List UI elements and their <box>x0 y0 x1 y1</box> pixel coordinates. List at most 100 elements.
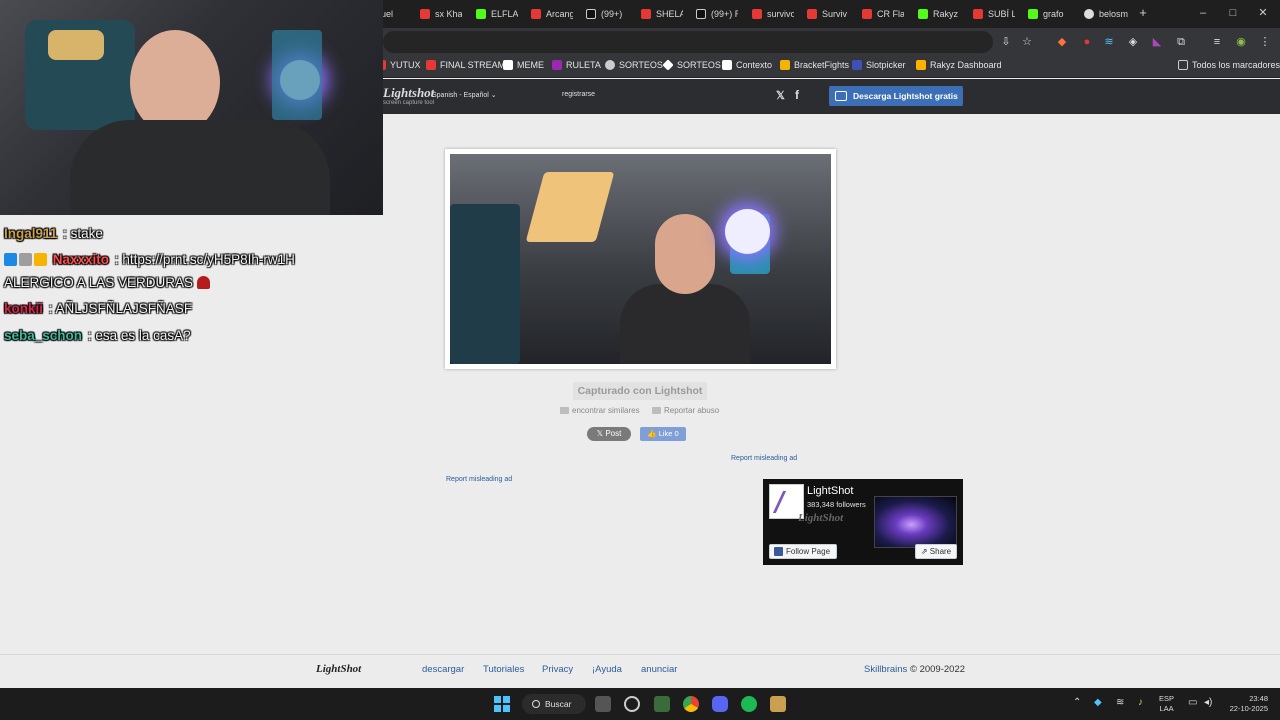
youtube-icon <box>426 60 436 70</box>
browser-tab[interactable]: SUBÍ L <box>973 4 1015 24</box>
bookmark-item[interactable]: Contexto <box>722 60 772 70</box>
windows-start-icon[interactable] <box>494 696 510 712</box>
facebook-like-button[interactable]: 👍 Like 0 <box>640 427 686 441</box>
browser-tab[interactable]: survivo <box>752 4 794 24</box>
media-control-icon[interactable]: ≡ <box>1210 35 1224 49</box>
close-window-button[interactable]: ✕ <box>1256 6 1270 20</box>
wheel-icon <box>552 60 562 70</box>
all-bookmarks-folder[interactable]: Todos los marcadores <box>1178 60 1280 70</box>
share-button[interactable]: ⇗ Share <box>915 544 957 559</box>
facebook-icon[interactable]: f <box>795 88 799 102</box>
discord-icon[interactable] <box>712 696 728 712</box>
chrome-icon[interactable] <box>683 696 699 712</box>
follow-page-button[interactable]: Follow Page <box>769 544 837 559</box>
skillbrains-link[interactable]: Skillbrains <box>864 664 907 675</box>
page-footer <box>0 654 1280 688</box>
bookmark-star-icon[interactable]: ☆ <box>1020 35 1034 49</box>
folder-icon <box>1178 60 1188 70</box>
input-language-indicator[interactable]: ESP LAA <box>1159 694 1174 714</box>
browser-tab[interactable]: SHELA <box>641 4 683 24</box>
bookmark-item[interactable]: SORTEOS <box>662 59 721 71</box>
extension-diamond-icon[interactable]: ◈ <box>1126 35 1140 49</box>
extension-twitch-icon[interactable]: ◣ <box>1150 35 1164 49</box>
tiktok-icon <box>586 9 596 19</box>
footer-logo[interactable]: LightShot <box>316 663 361 675</box>
x-post-button[interactable]: 𝕏 Post <box>587 427 631 441</box>
youtube-icon <box>862 9 872 19</box>
crown-icon <box>916 60 926 70</box>
browser-tab[interactable]: grafo <box>1028 4 1070 24</box>
taskbar-search[interactable]: Buscar <box>522 694 586 714</box>
footer-link-help[interactable]: ¡Ayuda <box>592 664 622 675</box>
taskbar-clock[interactable]: 23:48 22-10-2025 <box>1222 694 1268 714</box>
browser-tab[interactable]: Arcang <box>531 4 573 24</box>
profile-avatar-icon[interactable]: ◉ <box>1234 35 1248 49</box>
tray-overflow-icon[interactable]: ⌃ <box>1073 697 1081 708</box>
footer-link-download[interactable]: descargar <box>422 664 464 675</box>
report-abuse-link[interactable]: Reportar abuso <box>652 406 719 415</box>
fb-page-name[interactable]: LightShot <box>807 485 853 497</box>
spotify-icon[interactable] <box>741 696 757 712</box>
volume-icon[interactable]: ◂) <box>1204 697 1212 708</box>
report-misleading-ad-link[interactable]: Report misleading ad <box>446 476 512 483</box>
install-app-icon[interactable]: ⇩ <box>999 35 1013 49</box>
browser-tab[interactable]: sx Kha <box>420 4 462 24</box>
network-tray-icon[interactable]: ≋ <box>1116 697 1124 708</box>
footer-copyright: Skillbrains © 2009-2022 <box>864 664 966 675</box>
subscriber-badge-icon <box>4 253 17 266</box>
lightshot-logo[interactable]: Lightshot <box>383 85 434 101</box>
extension-wave-icon[interactable]: ≋ <box>1102 35 1116 49</box>
browser-tab[interactable]: Rakyz <box>918 4 960 24</box>
address-bar[interactable] <box>383 31 993 53</box>
bookmark-item[interactable]: Rakyz Dashboard <box>916 60 1002 70</box>
gift-badge-icon <box>19 253 32 266</box>
extension-adblock-icon[interactable]: ● <box>1080 35 1094 49</box>
bookmark-item[interactable]: RULETA <box>552 60 601 70</box>
language-select[interactable]: Spanish - Español ⌄ <box>432 91 497 99</box>
person-face-shape <box>655 214 715 294</box>
obs-icon[interactable] <box>624 696 640 712</box>
register-link[interactable]: registrarse <box>562 91 595 98</box>
youtube-icon <box>752 9 762 19</box>
bookmark-item[interactable]: FINAL STREAM <box>426 60 505 70</box>
maximize-button[interactable]: □ <box>1226 6 1240 20</box>
bookmark-item[interactable]: Slotpicker <box>852 60 906 70</box>
browser-tab-active[interactable]: belosm <box>1084 4 1130 24</box>
bookmark-item[interactable]: SORTEOS <box>605 60 663 70</box>
screenshot-image[interactable] <box>450 154 831 364</box>
download-lightshot-button[interactable]: Descarga Lightshot gratis <box>829 86 963 106</box>
chat-message: ALERGICO A LAS VERDURAS <box>4 275 212 290</box>
browser-tab[interactable]: (99+) R <box>696 4 738 24</box>
chat-message: Ingal911 : stake <box>4 226 103 241</box>
footer-link-advertise[interactable]: anunciar <box>641 664 677 675</box>
browser-tab[interactable]: CR Fla <box>862 4 904 24</box>
task-view-icon[interactable] <box>595 696 611 712</box>
browser-menu-icon[interactable]: ⋮ <box>1258 35 1272 49</box>
facebook-icon <box>774 547 783 556</box>
file-app-icon[interactable] <box>654 696 670 712</box>
emote-icon <box>196 276 210 289</box>
tiktok-icon <box>696 9 706 19</box>
steam-tray-icon[interactable]: ◆ <box>1094 697 1102 708</box>
extension-fox-icon[interactable]: ◆ <box>1055 35 1069 49</box>
google-icon <box>1084 9 1094 19</box>
report-misleading-ad-link[interactable]: Report misleading ad <box>731 455 797 462</box>
twitter-icon[interactable]: 𝕏 <box>776 89 785 102</box>
minimize-button[interactable]: – <box>1196 6 1210 20</box>
footer-link-privacy[interactable]: Privacy <box>542 664 573 675</box>
youtube-icon <box>420 9 430 19</box>
display-tray-icon[interactable]: ▭ <box>1188 697 1197 708</box>
browser-tab[interactable]: Surviv <box>807 4 849 24</box>
chat-message: Naxxxito : https://prnt.sc/yH5P8Ih-rw1H <box>4 252 295 267</box>
image-icon <box>560 407 569 414</box>
league-icon[interactable] <box>770 696 786 712</box>
extensions-puzzle-icon[interactable]: ⧉ <box>1174 35 1188 49</box>
bookmark-item[interactable]: BracketFights <box>780 60 849 70</box>
footer-link-tutorials[interactable]: Tutoriales <box>483 664 524 675</box>
bookmark-item[interactable]: MEME <box>503 60 544 70</box>
browser-tab[interactable]: ELFLA <box>476 4 518 24</box>
new-tab-button[interactable]: + <box>1136 6 1150 20</box>
mic-tray-icon[interactable]: ♪ <box>1138 697 1143 708</box>
find-similar-link[interactable]: encontrar similares <box>560 406 640 415</box>
browser-tab[interactable]: (99+) <box>586 4 628 24</box>
